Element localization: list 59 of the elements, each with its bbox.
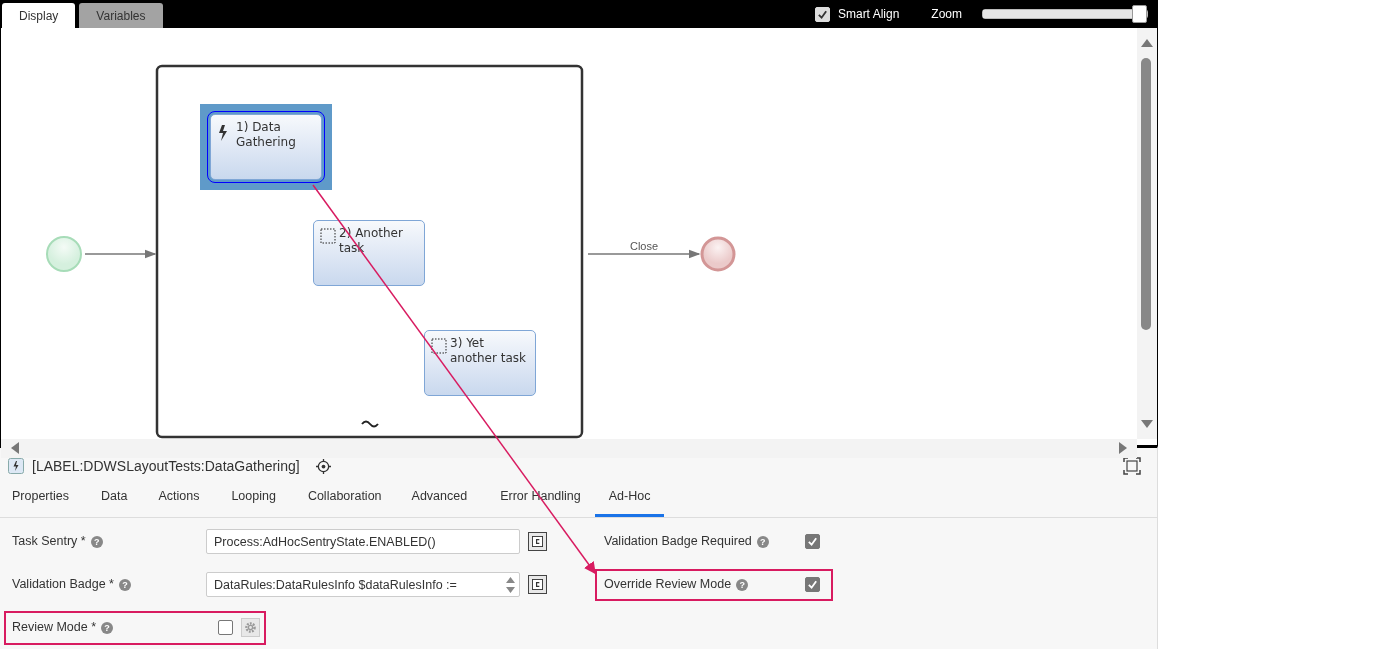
settings-button[interactable] [241,618,260,637]
locate-icon[interactable] [315,458,331,474]
lightning-icon [217,124,229,142]
lightning-icon [8,458,24,475]
help-icon[interactable]: ? [101,621,114,634]
checkbox[interactable] [805,534,820,549]
horizontal-scrollbar[interactable] [1,439,1137,458]
task-node[interactable]: 3) Yet another task [424,330,536,396]
smart-align-label: Smart Align [837,6,900,23]
field-label: Review Mode * [12,619,97,637]
scrollbar-thumb[interactable] [1141,58,1151,330]
textarea-field[interactable]: DataRules:DataRulesInfo $dataRulesInfo := [206,572,520,597]
dotted-square-icon [320,228,336,244]
tab[interactable]: Variables [79,3,163,28]
code-icon [532,579,543,590]
task-node[interactable]: 1) Data Gathering [210,114,322,180]
help-icon[interactable]: ? [118,578,131,591]
tab[interactable]: Display [2,3,76,28]
property-tab[interactable]: Collaboration [307,481,382,517]
vertical-scrollbar[interactable] [1137,28,1157,439]
expand-icon[interactable] [1123,457,1141,476]
zoom-label: Zoom [931,6,962,23]
flow-label: Close [629,240,659,252]
task-label: 3) Yet another task [450,336,526,365]
scroll-left-icon[interactable] [11,442,19,454]
property-tab[interactable]: Actions [158,481,200,517]
sequence-flow[interactable] [84,249,157,259]
scroll-up-icon[interactable] [1141,39,1153,47]
checkbox[interactable] [805,577,820,592]
start-event[interactable] [46,236,82,272]
scroll-down-icon[interactable] [1141,420,1153,428]
property-tab[interactable]: Advanced [411,481,468,517]
property-tab[interactable]: Looping [231,481,276,517]
sequence-flow[interactable] [587,249,701,259]
field-label: Task Sentry * [12,533,86,551]
dotted-square-icon [431,338,447,354]
adhoc-marker-icon [361,420,379,428]
code-editor-button[interactable] [528,575,547,594]
property-tab[interactable]: Data [101,481,128,517]
end-event[interactable] [700,236,736,272]
field-label: Override Review Mode [604,576,732,594]
field-label: Validation Badge * [12,576,114,594]
property-tab[interactable]: Properties [12,481,69,517]
gear-icon [244,621,257,634]
element-title: [LABEL:DDWSLayoutTests:DataGathering] [32,456,300,476]
task-label: 1) Data Gathering [236,120,296,149]
code-icon [532,536,543,547]
help-icon[interactable]: ? [736,578,749,591]
slider-thumb[interactable] [1132,5,1147,23]
subprocess-container[interactable] [155,64,584,439]
code-editor-button[interactable] [528,532,547,551]
help-icon[interactable]: ? [756,535,769,548]
checkbox[interactable] [218,620,233,635]
scroll-right-icon[interactable] [1119,442,1127,454]
field-label: Validation Badge Required [604,533,752,551]
selection-frame[interactable]: 1) Data Gathering [200,104,332,190]
help-icon[interactable]: ? [90,535,103,548]
text-field[interactable]: Process:AdHocSentryState.ENABLED() [206,529,520,554]
property-tab[interactable]: Ad-Hoc [594,481,665,517]
